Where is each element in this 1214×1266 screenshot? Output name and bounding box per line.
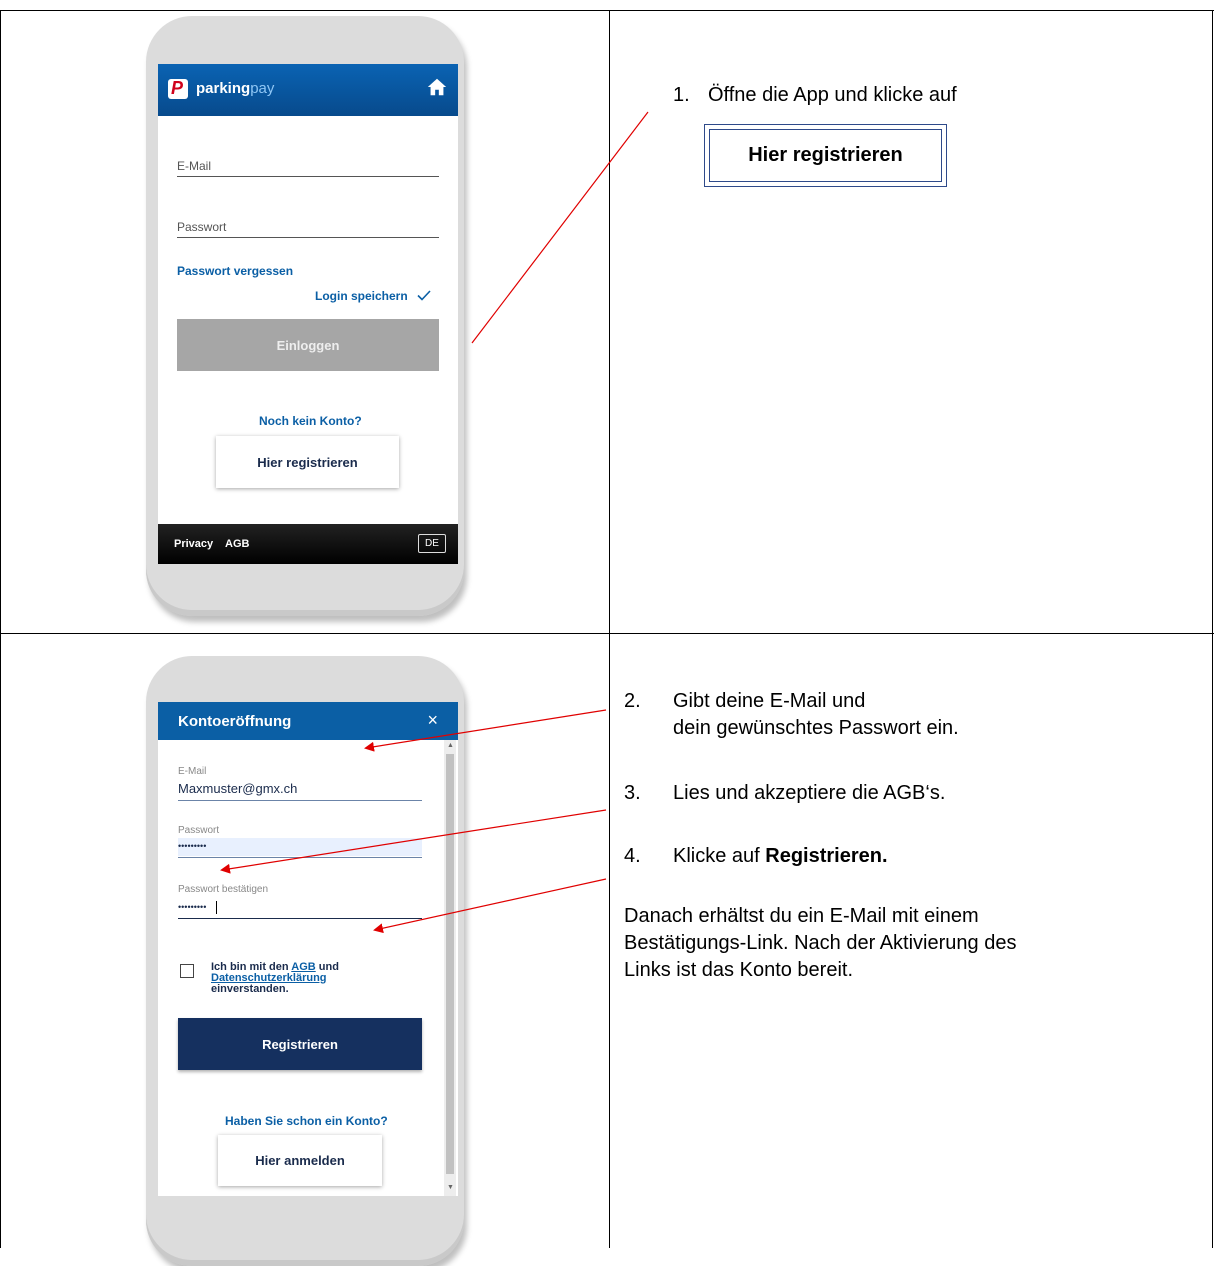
table-left-border (0, 10, 1, 1248)
step3-number: 3. (624, 782, 641, 804)
step3-text: Lies und akzeptiere die AGB‘s. (673, 782, 946, 804)
password-field[interactable] (177, 237, 439, 238)
note-line-3: Links ist das Konto bereit. (624, 959, 854, 981)
register-header: Kontoeröffnung × (158, 702, 458, 740)
password-input[interactable]: ••••••••• (178, 838, 422, 856)
step2-line1: Gibt deine E-Mail und (673, 690, 866, 712)
forgot-password-link[interactable]: Passwort vergessen (177, 264, 293, 278)
confirm-password-underline (178, 918, 422, 919)
scroll-up-icon[interactable]: ▲ (447, 742, 454, 749)
have-account-text: Haben Sie schon ein Konto? (225, 1114, 388, 1128)
footer-privacy-link[interactable]: Privacy (174, 538, 213, 550)
register-button[interactable]: Registrieren (178, 1018, 422, 1070)
login-screen: P parkingpay E-Mail Passwort Passwort ve… (158, 64, 458, 564)
highlight-frame: Hier registrieren (704, 124, 947, 187)
email-field[interactable] (177, 176, 439, 177)
step4-text: Klicke auf Registrieren. (673, 843, 888, 870)
brand-name: parkingpay (196, 80, 275, 97)
password-underline (178, 857, 422, 858)
scrollbar-thumb[interactable] (446, 754, 454, 1174)
confirm-password-value: ••••••••• (178, 902, 207, 912)
note-line-2: Bestätigungs-Link. Nach der Aktivierung … (624, 932, 1017, 954)
password-value: ••••••••• (178, 841, 207, 851)
step4-number: 4. (624, 845, 641, 867)
table-top-border (0, 10, 1214, 11)
step2-line2: dein gewünschtes Passwort ein. (673, 717, 959, 739)
terms-checkbox[interactable] (180, 964, 194, 978)
save-login-label: Login speichern (315, 289, 408, 303)
step4-bold: Registrieren. (765, 845, 888, 867)
scroll-down-icon[interactable]: ▼ (447, 1184, 454, 1191)
close-icon[interactable]: × (427, 710, 438, 731)
confirm-password-label: Passwort bestätigen (178, 884, 269, 895)
email-label: E-Mail (178, 766, 207, 777)
save-login-toggle[interactable]: Login speichern (315, 289, 431, 303)
login-here-button[interactable]: Hier anmelden (218, 1135, 382, 1186)
no-account-text: Noch kein Konto? (259, 414, 362, 428)
password-label: Passwort (177, 220, 227, 234)
note-line-1: Danach erhältst du ein E-Mail mit einem (624, 905, 979, 927)
register-title: Kontoeröffnung (178, 713, 292, 730)
table-column-divider (609, 10, 610, 1248)
highlight-register-label: Hier registrieren (709, 129, 942, 182)
table-row-divider (0, 633, 1214, 634)
step4-prefix: Klicke auf (673, 845, 766, 867)
phone-frame-login: P parkingpay E-Mail Passwort Passwort ve… (146, 16, 464, 616)
app-footer: Privacy AGB DE (158, 524, 458, 564)
terms-text: Ich bin mit den AGB und Datenschutzerklä… (211, 962, 339, 995)
password-label: Passwort (178, 825, 220, 836)
table-right-border (1212, 10, 1213, 1248)
pointer-line-step1 (471, 111, 649, 344)
text-cursor (216, 901, 217, 914)
step1-number: 1. (673, 84, 690, 106)
step2-number: 2. (624, 690, 641, 712)
phone-frame-register: Kontoeröffnung × ▲ ▼ E-Mail Maxmuster@gm… (146, 656, 464, 1266)
email-input[interactable]: Maxmuster@gmx.ch (178, 781, 297, 796)
parkingpay-logo: P (168, 78, 188, 99)
register-screen: Kontoeröffnung × ▲ ▼ E-Mail Maxmuster@gm… (158, 702, 458, 1196)
footer-agb-link[interactable]: AGB (225, 538, 249, 550)
confirm-password-input[interactable]: ••••••••• (178, 899, 422, 917)
register-button[interactable]: Hier registrieren (216, 436, 399, 488)
terms-suffix: einverstanden. (211, 983, 289, 995)
email-label: E-Mail (177, 159, 212, 173)
language-selector[interactable]: DE (418, 534, 446, 553)
login-button[interactable]: Einloggen (177, 319, 439, 371)
checkmark-icon (417, 290, 431, 301)
step1-instruction: Öffne die App und klicke auf (708, 84, 957, 106)
app-header: P parkingpay (158, 64, 458, 116)
email-underline (178, 800, 422, 801)
home-icon[interactable] (426, 76, 448, 98)
scrollbar[interactable]: ▲ ▼ (444, 740, 456, 1196)
